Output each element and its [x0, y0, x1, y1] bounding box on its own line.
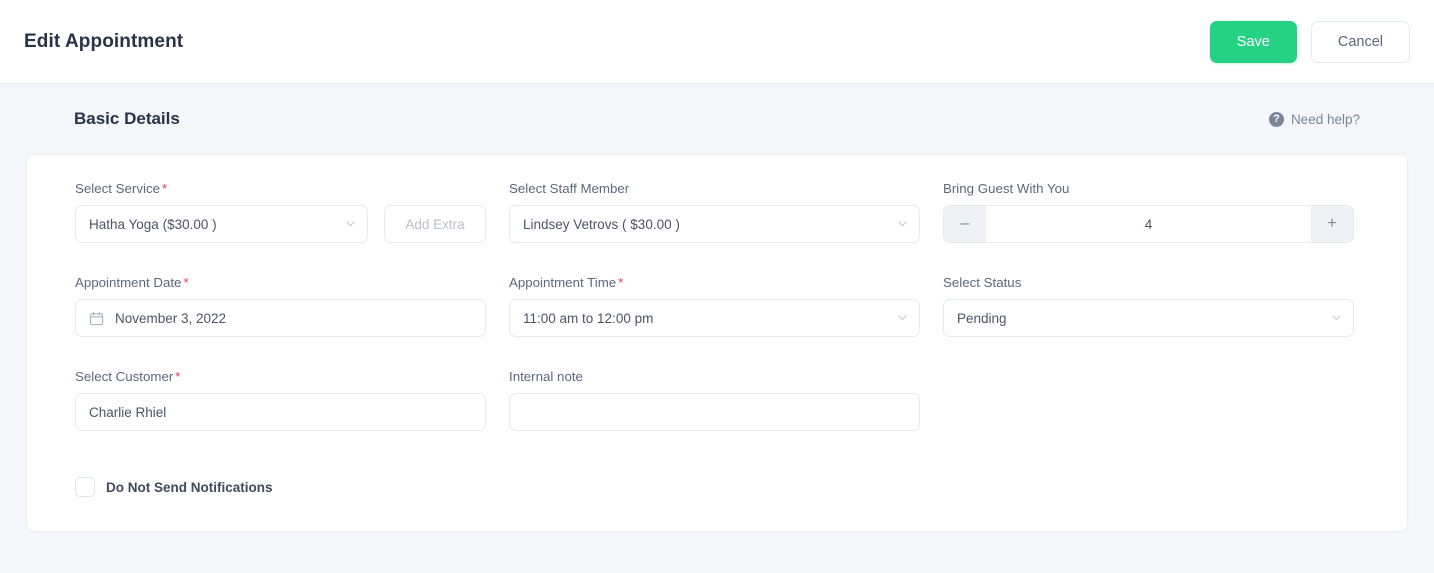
field-appointment-date: Appointment Date * November 3, 2022 [75, 275, 486, 337]
select-staff-dropdown[interactable]: Lindsey Vetrovs ( $30.00 ) [509, 205, 920, 243]
field-select-customer: Select Customer * Charlie Rhiel [75, 369, 486, 431]
required-asterisk: * [162, 181, 168, 196]
do-not-send-notifications-row[interactable]: Do Not Send Notifications [75, 477, 1359, 497]
page-content: Basic Details ? Need help? Select Servic… [0, 84, 1434, 532]
header-actions: Save Cancel [1209, 20, 1410, 63]
appointment-time-value: 11:00 am to 12:00 pm [523, 310, 654, 326]
select-status-value: Pending [957, 310, 1007, 326]
select-customer-label-text: Select Customer [75, 369, 174, 384]
field-spacer [943, 369, 1354, 431]
chevron-down-icon [346, 221, 355, 227]
service-control-row: Hatha Yoga ($30.00 ) Add Extra [75, 205, 486, 243]
chevron-down-icon [898, 315, 907, 321]
select-staff-label: Select Staff Member [509, 181, 630, 196]
edit-appointment-page: Edit Appointment Save Cancel Basic Detai… [0, 0, 1434, 573]
guest-quantity-stepper: – 4 + [943, 205, 1354, 243]
section-header: Basic Details ? Need help? [26, 84, 1408, 154]
page-title: Edit Appointment [24, 30, 184, 52]
do-not-send-notifications-checkbox[interactable] [75, 477, 95, 497]
chevron-down-icon [1332, 315, 1341, 321]
select-service-label-text: Select Service [75, 181, 160, 196]
select-status-dropdown[interactable]: Pending [943, 299, 1354, 337]
required-asterisk: * [618, 275, 624, 290]
service-select-wrap: Hatha Yoga ($30.00 ) [75, 205, 368, 243]
calendar-icon [89, 311, 104, 326]
cancel-button[interactable]: Cancel [1310, 20, 1410, 63]
select-customer-input[interactable]: Charlie Rhiel [75, 393, 486, 431]
appointment-date-value: November 3, 2022 [115, 310, 227, 326]
guest-increment-button[interactable]: + [1311, 206, 1353, 242]
select-status-label: Select Status [943, 275, 1022, 290]
need-help-label: Need help? [1290, 111, 1360, 127]
do-not-send-notifications-label[interactable]: Do Not Send Notifications [106, 480, 273, 495]
guest-count-value[interactable]: 4 [986, 206, 1311, 242]
appointment-date-label: Appointment Date * [75, 275, 486, 290]
form-grid: Select Service * Hatha Yoga ($30.00 ) Add [75, 181, 1359, 463]
select-service-label: Select Service * [75, 181, 486, 196]
select-customer-label: Select Customer * [75, 369, 486, 384]
appointment-time-dropdown[interactable]: 11:00 am to 12:00 pm [509, 299, 920, 337]
add-extra-button[interactable]: Add Extra [384, 205, 486, 243]
appointment-date-label-text: Appointment Date [75, 275, 182, 290]
field-internal-note: Internal note [509, 369, 920, 431]
select-staff-value: Lindsey Vetrovs ( $30.00 ) [523, 216, 680, 232]
need-help-link[interactable]: ? Need help? [1268, 111, 1360, 127]
bring-guest-label: Bring Guest With You [943, 181, 1070, 196]
field-select-staff: Select Staff Member Lindsey Vetrovs ( $3… [509, 181, 920, 243]
select-customer-value: Charlie Rhiel [89, 404, 167, 420]
appointment-date-input[interactable]: November 3, 2022 [75, 299, 486, 337]
page-header: Edit Appointment Save Cancel [0, 0, 1434, 84]
field-select-service: Select Service * Hatha Yoga ($30.00 ) Add [75, 181, 486, 243]
field-select-status: Select Status Pending [943, 275, 1354, 337]
section-title: Basic Details [74, 109, 180, 128]
select-service-value: Hatha Yoga ($30.00 ) [89, 216, 217, 232]
basic-details-card: Select Service * Hatha Yoga ($30.00 ) Add [26, 154, 1408, 532]
question-circle-icon: ? [1268, 111, 1284, 127]
field-bring-guest: Bring Guest With You – 4 + [943, 181, 1354, 243]
field-appointment-time: Appointment Time * 11:00 am to 12:00 pm [509, 275, 920, 337]
appointment-time-label-text: Appointment Time [509, 275, 617, 290]
internal-note-input[interactable] [509, 393, 920, 431]
select-service-dropdown[interactable]: Hatha Yoga ($30.00 ) [75, 205, 368, 243]
chevron-down-icon [898, 221, 907, 227]
guest-decrement-button[interactable]: – [944, 206, 986, 242]
internal-note-label: Internal note [509, 369, 583, 384]
required-asterisk: * [175, 369, 181, 384]
required-asterisk: * [183, 275, 189, 290]
save-button[interactable]: Save [1209, 20, 1297, 63]
appointment-time-label: Appointment Time * [509, 275, 920, 290]
